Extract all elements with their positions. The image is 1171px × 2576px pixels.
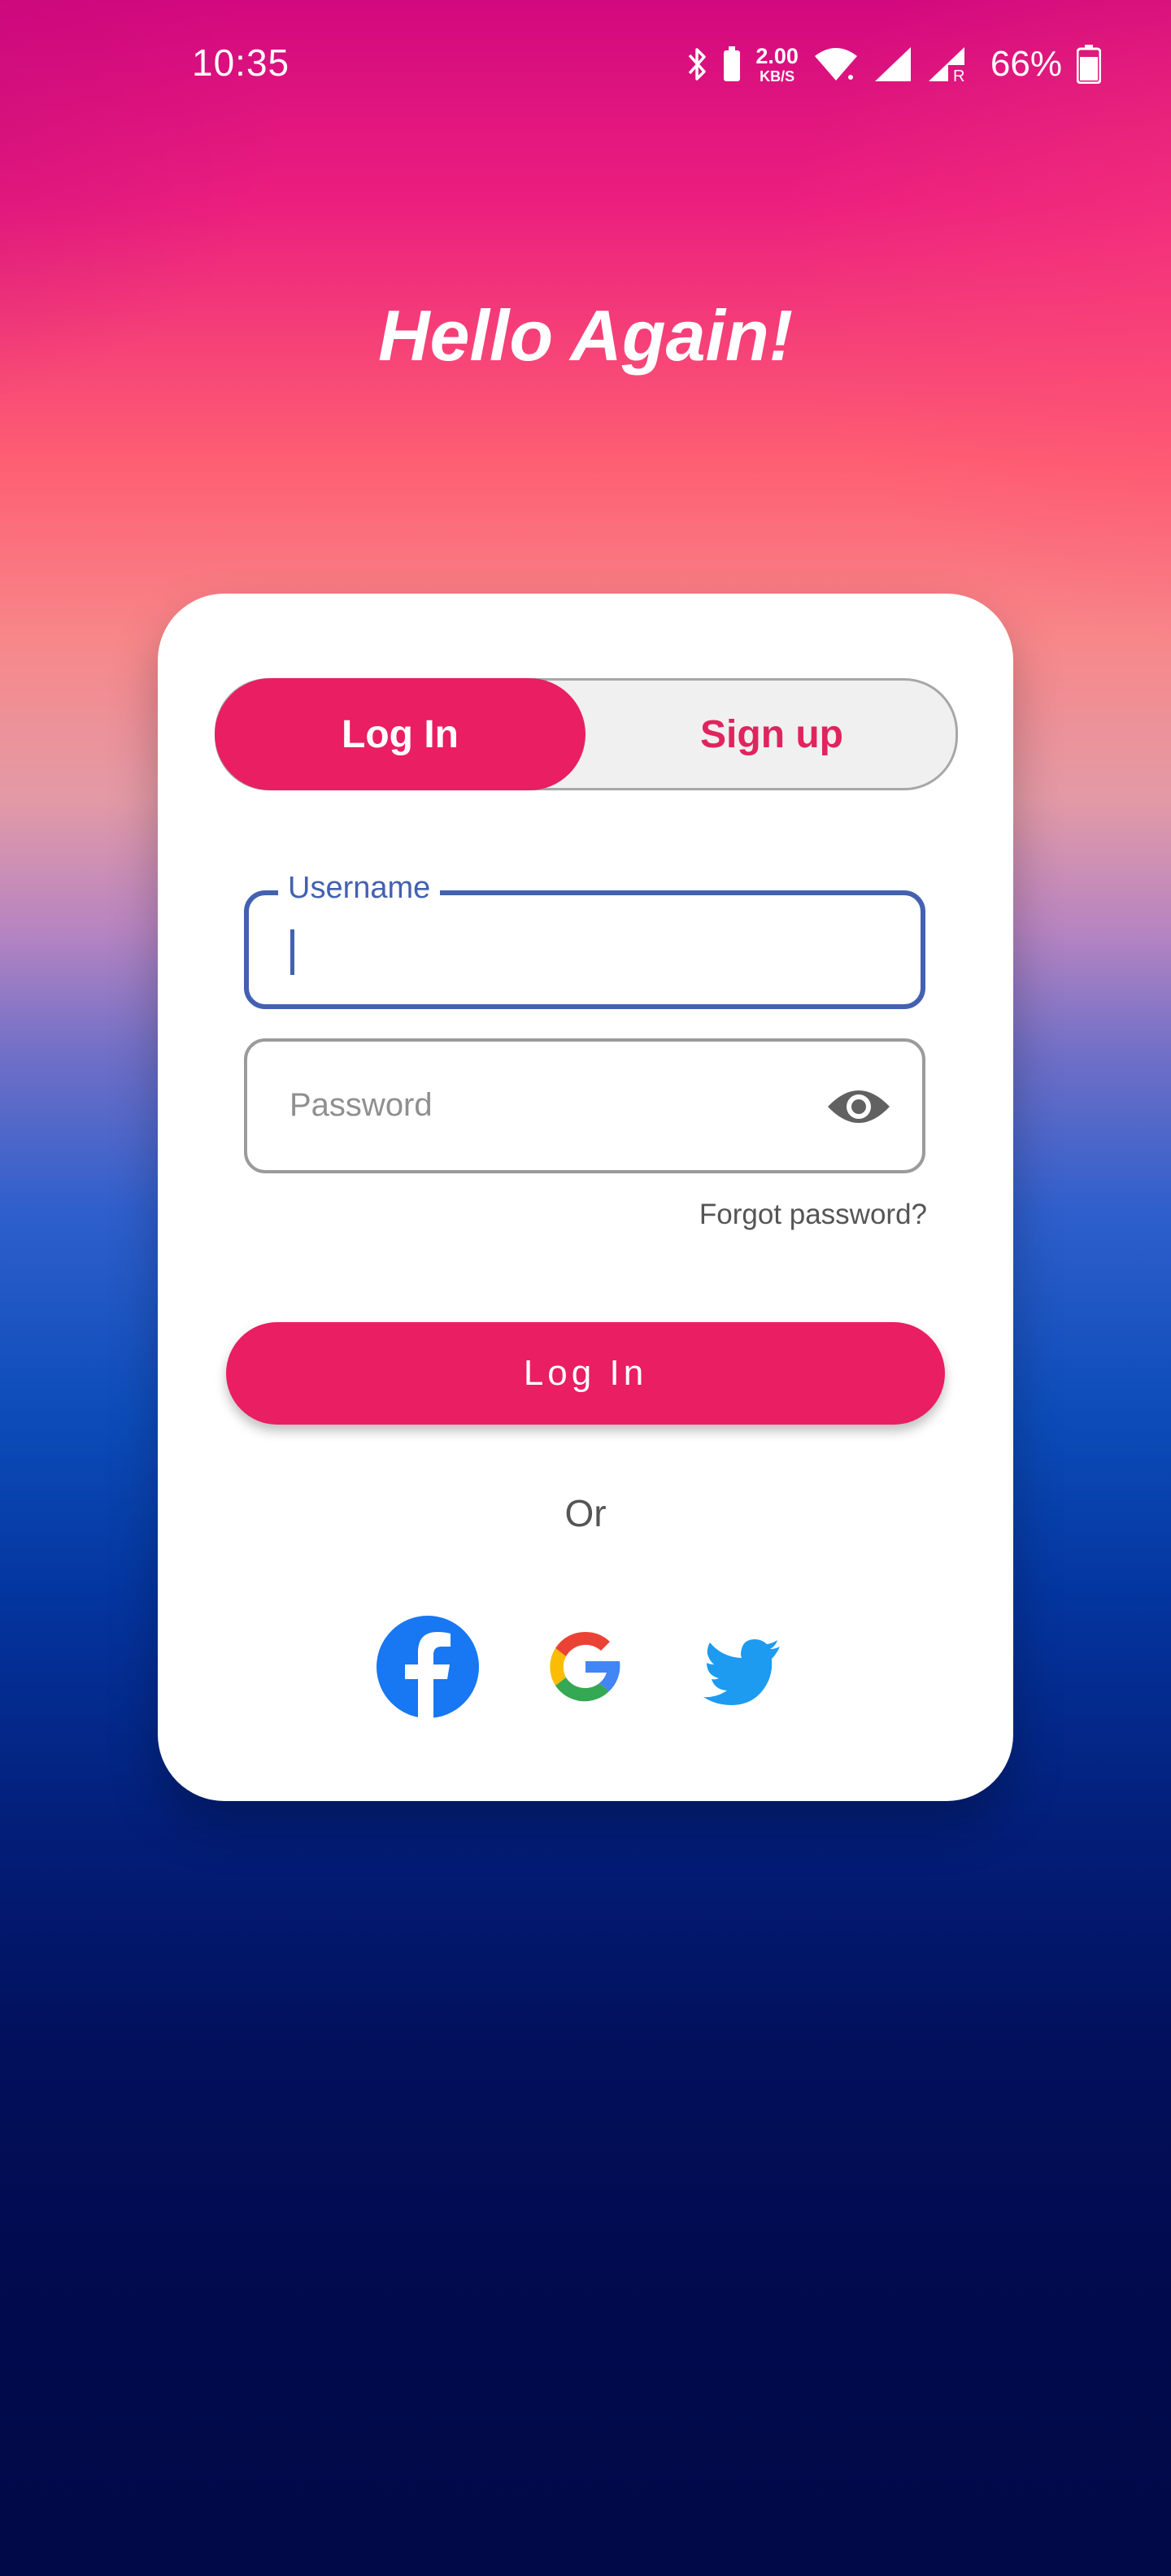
tab-signup[interactable]: Sign up — [586, 678, 958, 790]
password-placeholder: Password — [289, 1087, 433, 1123]
battery-icon — [1077, 45, 1101, 84]
login-button[interactable]: Log In — [226, 1322, 945, 1425]
net-speed: 2.00 KB/S — [755, 43, 799, 85]
status-time: 10:35 — [192, 41, 290, 84]
login-card: Log In Sign up Username Password Forgot … — [158, 594, 1013, 1801]
net-speed-unit: KB/S — [760, 67, 795, 85]
svg-text:R: R — [953, 67, 964, 83]
password-field[interactable]: Password — [244, 1038, 925, 1173]
battery-saver-icon — [723, 46, 741, 82]
signal-roaming-icon: R — [927, 46, 969, 83]
net-speed-value: 2.00 — [755, 43, 799, 68]
auth-tab-switch: Log In Sign up — [215, 678, 958, 790]
wifi-icon — [813, 46, 859, 82]
forgot-password-link[interactable]: Forgot password? — [699, 1199, 927, 1231]
facebook-icon[interactable] — [377, 1616, 479, 1718]
page-title: Hello Again! — [377, 295, 794, 376]
username-label: Username — [278, 871, 441, 906]
or-separator: Or — [564, 1492, 607, 1534]
signal-icon — [873, 46, 912, 83]
status-icons: 2.00 KB/S R 66% — [687, 39, 1101, 89]
bluetooth-icon — [687, 46, 708, 83]
text-cursor — [290, 929, 294, 975]
battery-percent: 66% — [990, 44, 1062, 84]
google-icon[interactable] — [534, 1616, 637, 1718]
twitter-icon[interactable] — [692, 1616, 794, 1718]
username-field[interactable]: Username — [244, 871, 925, 1009]
tab-login[interactable]: Log In — [215, 678, 586, 790]
show-password-eye-icon[interactable] — [826, 1082, 891, 1131]
status-bar: 10:35 2.00 KB/S R 66% — [0, 0, 1171, 130]
